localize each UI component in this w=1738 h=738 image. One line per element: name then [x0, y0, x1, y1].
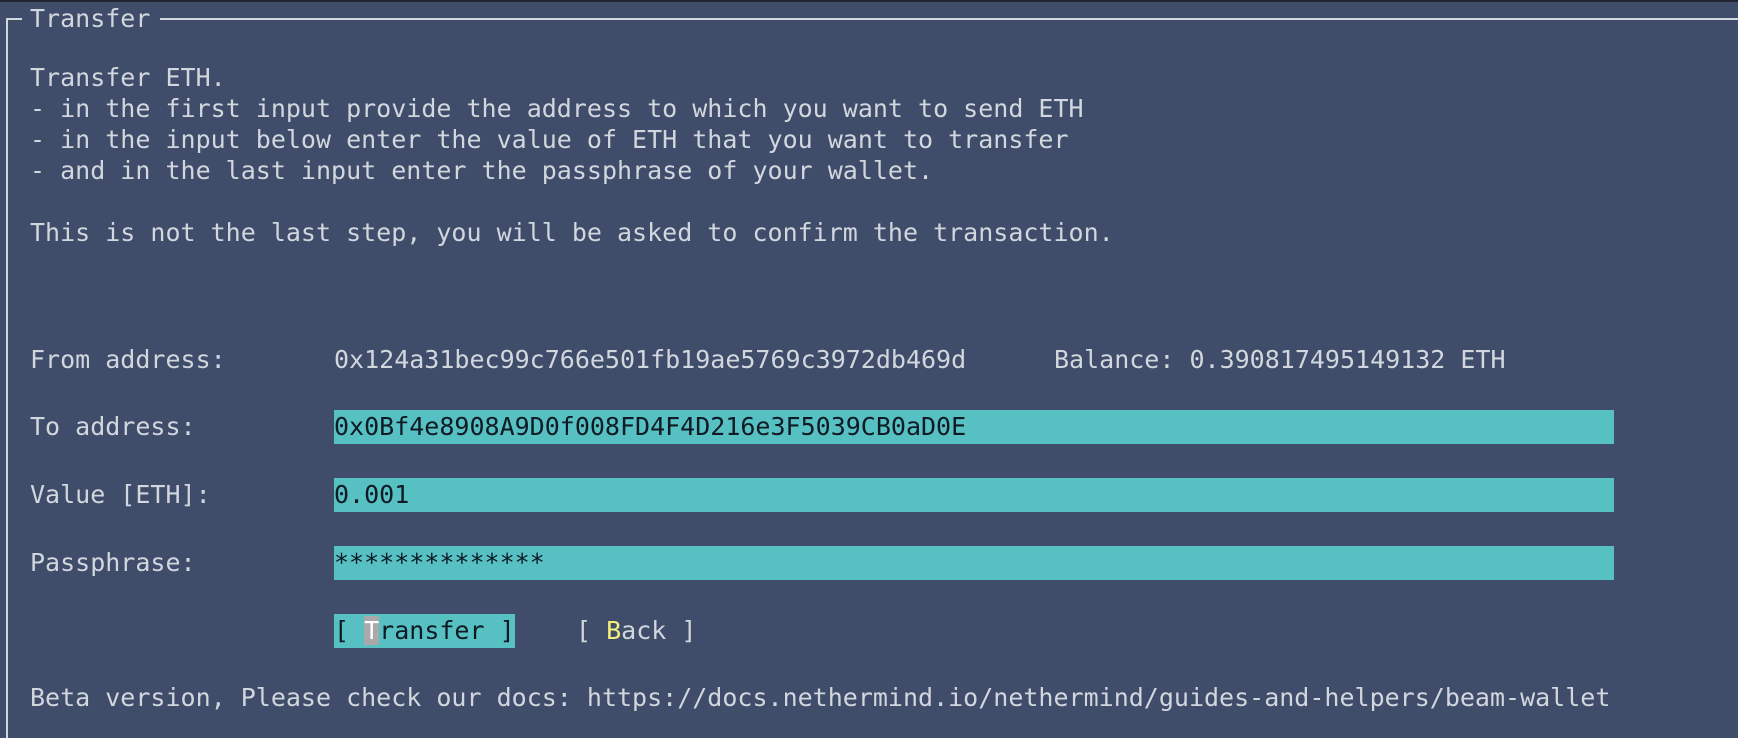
value-eth-label: Value [ETH]: — [30, 480, 211, 509]
value-eth-input[interactable] — [334, 478, 1614, 512]
instruction-line: - in the first input provide the address… — [30, 94, 1084, 123]
window-title: Transfer — [22, 3, 161, 35]
back-button-hotkey: B — [606, 616, 622, 645]
transfer-window: Transfer Transfer ETH. - in the first in… — [0, 0, 1738, 738]
frame-border-left — [6, 18, 8, 738]
confirmation-note: This is not the last step, you will be a… — [30, 218, 1114, 247]
transfer-button[interactable]: [ Transfer ] — [334, 614, 515, 648]
back-button[interactable]: [ Back ] — [576, 614, 696, 648]
transfer-button-hotkey: T — [364, 616, 380, 645]
transfer-button-rest: ransfer ] — [379, 616, 515, 645]
transfer-button-open: [ — [334, 616, 365, 645]
back-button-rest: ack ] — [621, 616, 697, 645]
balance-text: Balance: 0.390817495149132 ETH — [1054, 345, 1506, 374]
to-address-input[interactable] — [334, 410, 1614, 444]
passphrase-label: Passphrase: — [30, 548, 196, 577]
frame-border-top — [6, 18, 1738, 20]
window-top-edge — [0, 0, 1738, 2]
back-button-open: [ — [576, 616, 607, 645]
footer-docs-text: Beta version, Please check our docs: htt… — [30, 683, 1611, 712]
passphrase-input[interactable] — [334, 546, 1614, 580]
instruction-line: Transfer ETH. — [30, 63, 226, 92]
from-address-label: From address: — [30, 345, 226, 374]
instruction-line: - in the input below enter the value of … — [30, 125, 1069, 154]
from-address-value: 0x124a31bec99c766e501fb19ae5769c3972db46… — [334, 345, 967, 374]
to-address-label: To address: — [30, 412, 196, 441]
instruction-line: - and in the last input enter the passph… — [30, 156, 934, 185]
